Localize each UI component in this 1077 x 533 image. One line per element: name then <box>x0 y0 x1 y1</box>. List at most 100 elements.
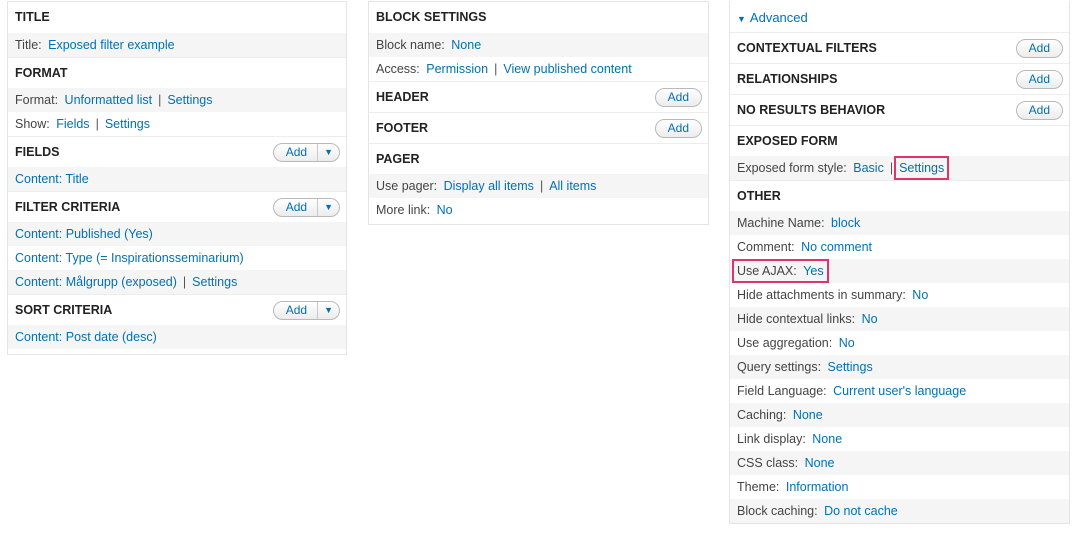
sort-add-button[interactable]: Add ▼ <box>272 301 340 320</box>
column-3-advanced: ▼ Advanced CONTEXTUAL FILTERS Add RELATIO… <box>729 1 1070 524</box>
other-row: Caching: None <box>730 403 1069 427</box>
other-row: Hide attachments in summary: No <box>730 283 1069 307</box>
other-row: Theme: Information <box>730 475 1069 499</box>
no-results-add-button[interactable]: Add <box>1015 101 1063 120</box>
filter-item-settings-link[interactable]: Settings <box>192 275 237 289</box>
chevron-down-icon[interactable]: ▼ <box>318 302 339 319</box>
other-value-link[interactable]: None <box>805 456 835 470</box>
section-filter-heading: FILTER CRITERIA Add ▼ <box>8 191 346 222</box>
sort-item-link[interactable]: Content: Post date (desc) <box>15 330 157 344</box>
other-label: Caching: <box>737 408 790 422</box>
use-pager-items-link[interactable]: All items <box>549 179 596 193</box>
filter-item-link[interactable]: Content: Type (= Inspirationsseminarium) <box>15 251 244 265</box>
section-block-settings-heading: BLOCK SETTINGS <box>376 10 487 24</box>
filter-heading-text: FILTER CRITERIA <box>15 200 121 214</box>
other-value-link[interactable]: block <box>831 216 860 230</box>
show-settings-link[interactable]: Settings <box>105 117 150 131</box>
contextual-heading-text: CONTEXTUAL FILTERS <box>737 41 877 55</box>
other-value-link[interactable]: No comment <box>801 240 872 254</box>
format-settings-link[interactable]: Settings <box>167 93 212 107</box>
use-pager-label: Use pager: <box>376 179 441 193</box>
other-value-link[interactable]: None <box>793 408 823 422</box>
other-row: Use aggregation: No <box>730 331 1069 355</box>
block-name-link[interactable]: None <box>451 38 481 52</box>
exposed-settings-link[interactable]: Settings <box>899 161 944 175</box>
other-row: Hide contextual links: No <box>730 307 1069 331</box>
block-name-row: Block name: None <box>369 33 708 57</box>
relationships-add-button[interactable]: Add <box>1015 70 1063 89</box>
other-value-link[interactable]: No <box>862 312 878 326</box>
filter-add-label[interactable]: Add <box>274 199 319 216</box>
sort-item: Content: Post date (desc) <box>8 325 346 349</box>
header-add-button[interactable]: Add <box>654 88 702 107</box>
other-value-link[interactable]: Information <box>786 480 849 494</box>
header-heading-text: HEADER <box>376 90 429 104</box>
section-relationships-heading: RELATIONSHIPS Add <box>730 63 1069 94</box>
use-ajax-link[interactable]: Yes <box>803 264 823 278</box>
format-row: Format: Unformatted list | Settings <box>8 88 346 112</box>
exposed-form-style-row: Exposed form style: Basic | Settings <box>730 156 1069 180</box>
section-title-heading: TITLE <box>15 10 50 24</box>
fields-add-button[interactable]: Add ▼ <box>272 143 340 162</box>
contextual-add-button[interactable]: Add <box>1015 39 1063 58</box>
section-pager-heading: PAGER <box>369 143 708 174</box>
filter-item-link[interactable]: Content: Published (Yes) <box>15 227 153 241</box>
title-label: Title: <box>15 38 46 52</box>
other-label: Block caching: <box>737 504 822 518</box>
section-format-heading: FORMAT <box>8 57 346 88</box>
show-value-link[interactable]: Fields <box>56 117 89 131</box>
advanced-label[interactable]: Advanced <box>750 10 808 25</box>
format-value-link[interactable]: Unformatted list <box>65 93 153 107</box>
other-row: Field Language: Current user's language <box>730 379 1069 403</box>
other-label: Query settings: <box>737 360 825 374</box>
other-label: Use AJAX: <box>737 264 801 278</box>
sort-add-label[interactable]: Add <box>274 302 319 319</box>
use-pager-row: Use pager: Display all items | All items <box>369 174 708 198</box>
access-permission-link[interactable]: Permission <box>426 62 488 76</box>
exposed-style-link[interactable]: Basic <box>853 161 884 175</box>
footer-add-button[interactable]: Add <box>654 119 702 138</box>
relationships-heading-text: RELATIONSHIPS <box>737 72 838 86</box>
filter-add-button[interactable]: Add ▼ <box>272 198 340 217</box>
column-1: TITLE Title: Exposed filter example FORM… <box>7 1 347 355</box>
fields-add-label[interactable]: Add <box>274 144 319 161</box>
more-link-label: More link: <box>376 203 434 217</box>
other-label: Theme: <box>737 480 783 494</box>
fields-item-link[interactable]: Content: Title <box>15 172 89 186</box>
other-label: Hide contextual links: <box>737 312 859 326</box>
other-label: Machine Name: <box>737 216 829 230</box>
triangle-down-icon[interactable]: ▼ <box>737 14 746 24</box>
other-value-link[interactable]: Settings <box>828 360 873 374</box>
advanced-toggle[interactable]: ▼ Advanced <box>730 1 1069 32</box>
more-link-row: More link: No <box>369 198 708 222</box>
title-row: Title: Exposed filter example <box>8 33 346 57</box>
sort-heading-text: SORT CRITERIA <box>15 303 113 317</box>
fields-heading-text: FIELDS <box>15 145 60 159</box>
filter-item: Content: Målgrupp (exposed) | Settings <box>8 270 346 294</box>
show-row: Show: Fields | Settings <box>8 112 346 136</box>
use-pager-link[interactable]: Display all items <box>444 179 534 193</box>
section-fields-heading: FIELDS Add ▼ <box>8 136 346 167</box>
other-value-link[interactable]: No <box>912 288 928 302</box>
section-contextual-filters-heading: CONTEXTUAL FILTERS Add <box>730 32 1069 63</box>
other-label: Use aggregation: <box>737 336 836 350</box>
access-view-published-link[interactable]: View published content <box>503 62 631 76</box>
format-label: Format: <box>15 93 62 107</box>
chevron-down-icon[interactable]: ▼ <box>318 199 339 216</box>
other-row: Query settings: Settings <box>730 355 1069 379</box>
other-label: Hide attachments in summary: <box>737 288 910 302</box>
other-value-link[interactable]: Current user's language <box>833 384 966 398</box>
section-no-results-heading: NO RESULTS BEHAVIOR Add <box>730 94 1069 125</box>
filter-item-link[interactable]: Content: Målgrupp (exposed) <box>15 275 177 289</box>
other-label: Field Language: <box>737 384 831 398</box>
other-value-link[interactable]: None <box>812 432 842 446</box>
title-value-link[interactable]: Exposed filter example <box>48 38 174 52</box>
column-2: BLOCK SETTINGS Block name: None Access: … <box>368 1 709 225</box>
other-value-link[interactable]: No <box>839 336 855 350</box>
more-link-value[interactable]: No <box>437 203 453 217</box>
chevron-down-icon[interactable]: ▼ <box>318 144 339 161</box>
highlight-box: Use AJAX: Yes <box>732 259 829 283</box>
section-sort-heading: SORT CRITERIA Add ▼ <box>8 294 346 325</box>
other-row: CSS class: None <box>730 451 1069 475</box>
other-value-link[interactable]: Do not cache <box>824 504 898 518</box>
